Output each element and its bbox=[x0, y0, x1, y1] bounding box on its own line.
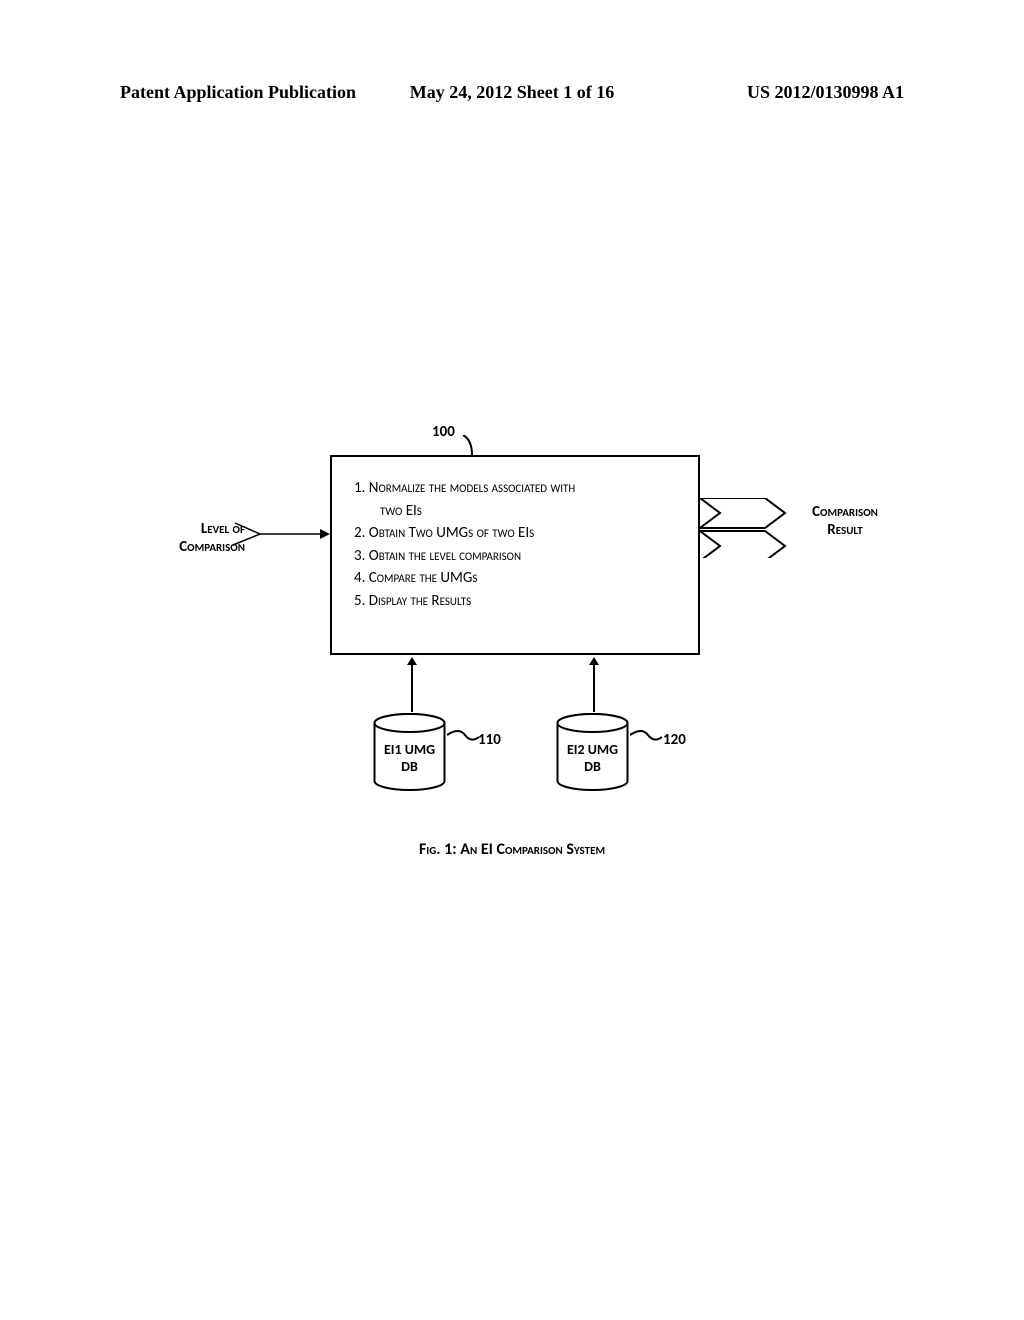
db1-label-line1: EI1 UMG bbox=[384, 741, 435, 758]
left-arrow-icon bbox=[205, 520, 335, 570]
step-1a: 1. Normalize the models associated with bbox=[354, 477, 676, 500]
output-label-line2: Result bbox=[827, 521, 862, 539]
figure-caption: Fig. 1: An EI Comparison System bbox=[0, 840, 1024, 859]
database-2: EI2 UMG DB bbox=[555, 713, 630, 798]
step-3: 3. Obtain the level comparison bbox=[354, 545, 676, 568]
db1-arrow-icon bbox=[407, 657, 417, 712]
step-4: 4. Compare the UMGs bbox=[354, 567, 676, 590]
header-date-sheet: May 24, 2012 Sheet 1 of 16 bbox=[381, 82, 642, 103]
process-box: 1. Normalize the models associated with … bbox=[330, 455, 700, 655]
db2-label: EI2 UMG DB bbox=[555, 741, 630, 775]
leader-line-110 bbox=[447, 727, 482, 747]
reference-number-100: 100 bbox=[432, 423, 455, 441]
reference-number-120: 120 bbox=[663, 731, 686, 749]
diagram: 100 1. Normalize the models associated w… bbox=[0, 405, 1024, 925]
db2-label-line2: DB bbox=[584, 758, 601, 775]
right-arrow-icon bbox=[700, 498, 790, 558]
db1-label-line2: DB bbox=[401, 758, 418, 775]
db1-label: EI1 UMG DB bbox=[372, 741, 447, 775]
page-header: Patent Application Publication May 24, 2… bbox=[0, 82, 1024, 103]
output-label-line1: Comparison bbox=[812, 503, 878, 521]
step-2: 2. Obtain Two UMGs of two EIs bbox=[354, 522, 676, 545]
output-label: Comparison Result bbox=[790, 503, 900, 539]
header-document-number: US 2012/0130998 A1 bbox=[643, 82, 904, 103]
database-1: EI1 UMG DB bbox=[372, 713, 447, 798]
step-5: 5. Display the Results bbox=[354, 590, 676, 613]
step-1b: two EIs bbox=[354, 500, 676, 523]
db2-arrow-icon bbox=[589, 657, 599, 712]
leader-line-120 bbox=[630, 727, 665, 747]
db2-label-line1: EI2 UMG bbox=[567, 741, 618, 758]
header-publication-label: Patent Application Publication bbox=[120, 82, 381, 103]
